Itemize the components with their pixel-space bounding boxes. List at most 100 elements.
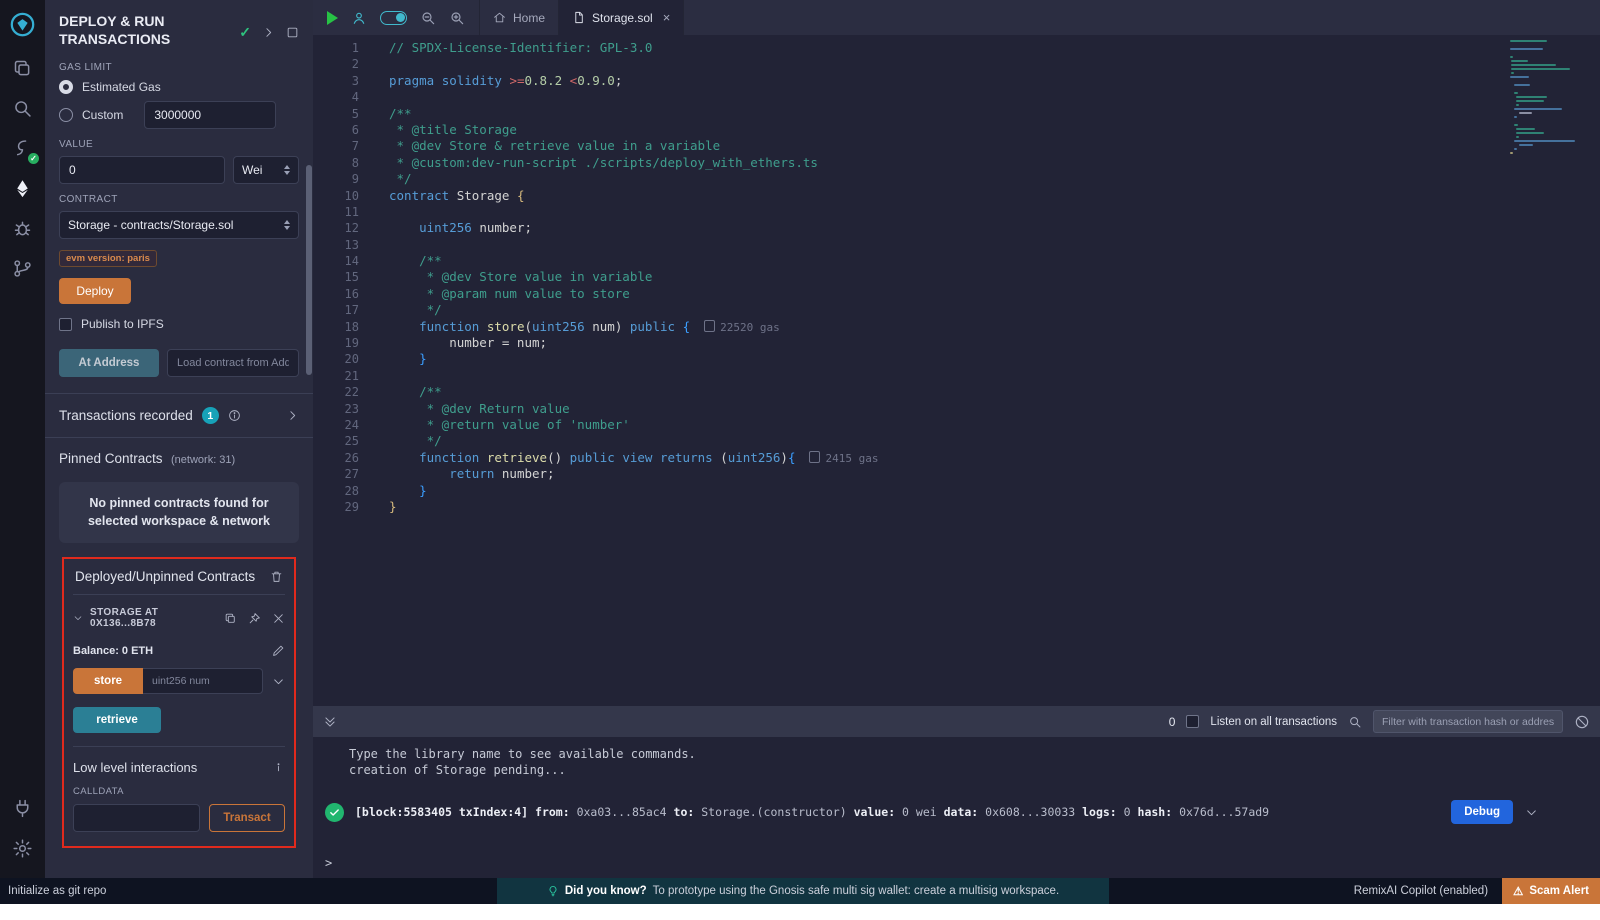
settings-icon[interactable] xyxy=(0,828,45,868)
listen-all-checkbox[interactable] xyxy=(1186,715,1199,728)
estimated-gas-radio[interactable] xyxy=(59,80,73,94)
value-input[interactable] xyxy=(59,156,225,184)
icon-sidebar: ✓ xyxy=(0,0,45,878)
estimated-gas-label: Estimated Gas xyxy=(82,80,161,94)
store-arg-input[interactable] xyxy=(143,668,263,694)
scam-alert-button[interactable]: ⚠ Scam Alert xyxy=(1502,878,1600,904)
terminal: 0 Listen on all transactions Type the li… xyxy=(313,706,1600,878)
chevron-right-icon[interactable] xyxy=(286,409,299,422)
at-address-input[interactable] xyxy=(167,349,299,377)
store-function-button[interactable]: store xyxy=(73,668,143,694)
code-content[interactable]: // SPDX-License-Identifier: GPL-3.0 prag… xyxy=(373,35,1600,706)
edit-balance-icon[interactable] xyxy=(272,644,285,657)
copilot-status[interactable]: RemixAI Copilot (enabled) xyxy=(1354,885,1488,897)
custom-gas-label: Custom xyxy=(82,108,123,122)
solidity-compiler-icon[interactable]: ✓ xyxy=(0,128,45,168)
terminal-prompt[interactable]: > xyxy=(325,856,332,870)
scam-alert-label: Scam Alert xyxy=(1529,885,1589,897)
calldata-input[interactable] xyxy=(73,804,200,832)
trash-icon[interactable] xyxy=(270,570,283,583)
remove-contract-icon[interactable] xyxy=(272,612,285,625)
pinned-network-label: (network: 31) xyxy=(171,454,235,466)
search-icon[interactable] xyxy=(1348,715,1362,729)
custom-gas-input[interactable] xyxy=(144,101,276,129)
editor-tabbar: Home Storage.sol × xyxy=(313,0,1600,35)
minimap[interactable] xyxy=(1510,40,1588,156)
tab-home[interactable]: Home xyxy=(479,0,558,35)
zoom-in-icon[interactable] xyxy=(449,10,465,26)
terminal-log-line: creation of Storage pending... xyxy=(349,762,1600,778)
code-editor[interactable]: 1234567891011121314151617181920212223242… xyxy=(313,35,1600,706)
tab-storage-label: Storage.sol xyxy=(592,11,653,25)
ai-assistant-icon[interactable] xyxy=(351,10,367,26)
search-icon[interactable] xyxy=(0,88,45,128)
pin-contract-icon[interactable] xyxy=(248,612,261,625)
plugin-manager-icon[interactable] xyxy=(0,788,45,828)
at-address-button[interactable]: At Address xyxy=(59,349,159,377)
balance-label: Balance: 0 ETH xyxy=(73,645,153,657)
deploy-button[interactable]: Deploy xyxy=(59,278,131,304)
panel-header: DEPLOY & RUN TRANSACTIONS ✓ xyxy=(45,0,313,52)
pinned-empty-message: No pinned contracts found for selected w… xyxy=(59,482,299,543)
spinner-icon xyxy=(284,220,290,230)
publish-ipfs-row[interactable]: Publish to IPFS xyxy=(59,317,299,331)
bottom-strip xyxy=(0,904,1600,920)
clear-console-icon[interactable] xyxy=(1574,714,1590,730)
value-unit-select[interactable]: Wei xyxy=(233,156,299,184)
deploy-run-icon[interactable] xyxy=(0,168,45,208)
debug-button[interactable]: Debug xyxy=(1451,800,1513,824)
estimated-gas-option[interactable]: Estimated Gas xyxy=(59,80,299,94)
copilot-toggle[interactable] xyxy=(380,11,407,25)
expand-tx-icon[interactable] xyxy=(1525,806,1538,819)
calldata-label: CALLDATA xyxy=(73,786,285,797)
git-init-status[interactable]: Initialize as git repo xyxy=(8,878,106,904)
terminal-body[interactable]: Type the library name to see available c… xyxy=(313,737,1600,878)
terminal-log-line: Type the library name to see available c… xyxy=(349,746,1600,762)
tab-storage-sol[interactable]: Storage.sol × xyxy=(558,0,684,35)
transactions-recorded-label: Transactions recorded xyxy=(59,408,193,423)
publish-ipfs-checkbox[interactable] xyxy=(59,318,72,331)
tip-text: To prototype using the Gnosis safe multi… xyxy=(653,885,1060,897)
custom-gas-radio[interactable] xyxy=(59,108,73,122)
run-script-icon[interactable] xyxy=(327,11,338,25)
tx-success-icon xyxy=(325,803,344,822)
transaction-row[interactable]: [block:5583405 txIndex:4] from: 0xa03...… xyxy=(325,800,1600,824)
line-numbers: 1234567891011121314151617181920212223242… xyxy=(313,35,373,706)
info-icon[interactable] xyxy=(228,409,241,422)
tab-home-label: Home xyxy=(513,11,545,25)
panel-scrollbar[interactable] xyxy=(306,165,312,375)
value-label: VALUE xyxy=(59,139,299,150)
pending-tx-count: 0 xyxy=(1169,715,1176,729)
transact-button[interactable]: Transact xyxy=(209,804,285,832)
tx-filter-input[interactable] xyxy=(1373,710,1563,733)
zoom-out-icon[interactable] xyxy=(420,10,436,26)
retrieve-function-button[interactable]: retrieve xyxy=(73,707,161,733)
main-row: ✓ DEPLOY & RUN TRANSACTIONS xyxy=(0,0,1600,878)
status-bar: Initialize as git repo Did you know? To … xyxy=(0,878,1600,904)
workspaces-icon[interactable] xyxy=(0,48,45,88)
transactions-recorded-row[interactable]: Transactions recorded 1 xyxy=(45,394,313,437)
editor-column: Home Storage.sol × 123456789101112131415… xyxy=(313,0,1600,878)
deployed-contract-row[interactable]: STORAGE AT 0X136...8B78 xyxy=(73,607,285,629)
close-tab-icon[interactable]: × xyxy=(663,10,671,25)
contract-label: CONTRACT xyxy=(59,194,299,205)
custom-gas-option[interactable]: Custom xyxy=(59,101,299,129)
chevron-down-icon[interactable] xyxy=(73,613,83,623)
contract-select[interactable]: Storage - contracts/Storage.sol xyxy=(59,211,299,239)
publish-ipfs-label: Publish to IPFS xyxy=(81,317,164,331)
toggle-terminal-icon[interactable] xyxy=(323,715,337,729)
deployed-contract-name: STORAGE AT 0X136...8B78 xyxy=(90,607,217,629)
tx-summary: [block:5583405 txIndex:4] from: 0xa03...… xyxy=(355,805,1269,819)
popout-panel-icon[interactable] xyxy=(286,26,299,39)
gas-limit-label: GAS LIMIT xyxy=(59,62,299,73)
debugger-icon[interactable] xyxy=(0,208,45,248)
copy-address-icon[interactable] xyxy=(224,612,237,625)
info-icon[interactable] xyxy=(272,761,285,774)
spinner-icon xyxy=(284,165,290,175)
transactions-count-badge: 1 xyxy=(202,407,219,424)
expand-args-icon[interactable] xyxy=(272,675,285,688)
value-unit-label: Wei xyxy=(242,163,262,177)
git-icon[interactable] xyxy=(0,248,45,288)
chevron-right-icon[interactable] xyxy=(262,26,275,39)
remix-logo-icon[interactable] xyxy=(0,0,45,48)
